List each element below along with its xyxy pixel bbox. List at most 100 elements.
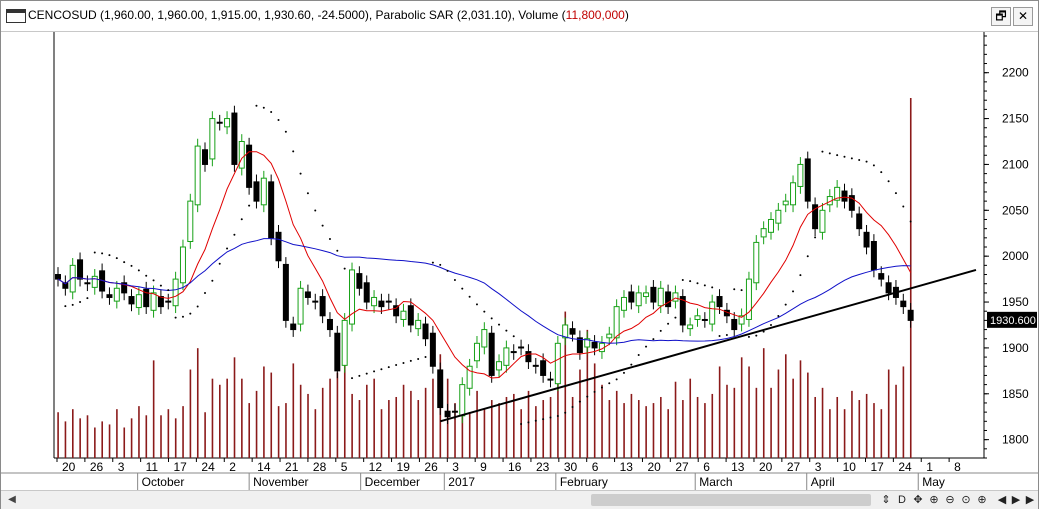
parabolic-sar-dot — [152, 279, 155, 282]
volume-bar — [86, 415, 89, 458]
window-title: CENCOSUD (1,960.00, 1,960.00, 1,915.00, … — [28, 8, 629, 22]
parabolic-sar-dot — [850, 157, 853, 160]
parabolic-sar-dot — [218, 262, 221, 265]
candle-down — [356, 273, 363, 289]
parabolic-sar-dot — [439, 263, 442, 266]
volume-bar — [836, 396, 839, 458]
parabolic-sar-dot — [189, 312, 192, 315]
candle-up — [606, 333, 613, 339]
volume-bar — [895, 384, 897, 458]
candle-down — [856, 213, 863, 230]
price-chart[interactable]: 1800185019001950200020502100215022001930… — [1, 32, 1038, 490]
volume-bar — [101, 421, 104, 458]
volume-bar — [380, 409, 383, 458]
volume-bar — [498, 403, 500, 458]
candle-down — [665, 291, 672, 308]
parabolic-sar-dot — [145, 274, 148, 277]
parabolic-sar-dot — [718, 334, 721, 337]
x-tick-label: 3 — [118, 460, 125, 474]
parabolic-sar-dot — [461, 287, 464, 290]
volume-bar — [682, 400, 684, 458]
x-tick-label: 27 — [675, 460, 689, 474]
x-tick-label: 26 — [90, 460, 104, 474]
candle-down — [268, 181, 275, 239]
close-button[interactable]: ✕ — [1013, 7, 1033, 26]
volume-bar — [520, 409, 522, 458]
parabolic-sar-dot — [314, 209, 317, 212]
zoom-icon[interactable]: ⊕ — [927, 492, 941, 508]
parabolic-sar-dot — [659, 329, 662, 332]
volume-bar — [160, 415, 162, 458]
cursor-icon[interactable]: ⇕ — [879, 492, 893, 508]
volume-bar — [94, 427, 96, 458]
chart-area[interactable]: 1800 1850 1900 1950 2000 2050 2100 2150 2200 1930… — [1, 32, 1038, 490]
zoom-out-icon[interactable]: ⊖ — [943, 492, 957, 508]
parabolic-sar-dot — [608, 382, 611, 385]
parabolic-sar-dot — [689, 280, 692, 283]
volume-bar — [255, 390, 258, 458]
parabolic-sar-dot — [248, 204, 251, 207]
volume-bar — [726, 384, 728, 458]
parabolic-sar-dot — [108, 254, 111, 257]
month-label: December — [365, 475, 420, 489]
scroll-prev-icon[interactable]: ◀ — [995, 492, 1009, 508]
restore-button[interactable]: 🗗 — [991, 7, 1011, 26]
candle-up — [415, 319, 422, 330]
y-tick-label: 1900 — [1002, 341, 1029, 355]
zoom-reset-icon[interactable]: ⊙ — [959, 492, 973, 508]
x-tick-label: 11 — [146, 460, 159, 474]
parabolic-sar-dot — [306, 192, 309, 195]
y-tick-label: 2200 — [1002, 66, 1029, 80]
parabolic-sar-dot — [645, 345, 648, 348]
x-tick-label: 12 — [369, 460, 383, 474]
pan-icon[interactable]: ✥ — [911, 492, 925, 508]
candle-up — [481, 329, 488, 348]
volume-bar — [277, 406, 280, 458]
candle-up — [194, 145, 201, 206]
volume-bar — [410, 390, 412, 458]
y-tick-label: 1800 — [1002, 433, 1029, 447]
candle-down — [312, 300, 319, 303]
horizontal-scrollbar[interactable]: ◀ ⇕ D ✥ ⊕ ⊖ ⊙ ⊕ ◀ ▶ ▶ — [1, 490, 1038, 509]
volume-bar — [211, 378, 214, 458]
parabolic-sar-dot — [681, 279, 684, 282]
period-d-icon[interactable]: D — [895, 492, 909, 508]
candle-down — [334, 332, 341, 372]
volume-bar — [711, 393, 714, 458]
candle-down — [701, 318, 708, 321]
candle-down — [841, 190, 848, 202]
parabolic-sar-dot — [226, 247, 229, 250]
volume-bar — [873, 403, 875, 458]
candle-up — [91, 275, 98, 288]
volume-bar — [858, 400, 861, 458]
parabolic-sar-dot — [387, 366, 390, 369]
x-tick-label: 30 — [564, 460, 578, 474]
x-tick-label: 3 — [815, 460, 822, 474]
parabolic-sar-dot — [255, 104, 258, 107]
volume-bar — [248, 403, 251, 458]
parabolic-sar-dot — [336, 249, 339, 252]
parabolic-sar-dot — [806, 255, 809, 258]
volume-bar — [807, 372, 809, 458]
scroll-left-icon[interactable]: ◀ — [4, 492, 20, 508]
y-tick-label: 2100 — [1002, 157, 1029, 171]
volume-bar — [505, 396, 508, 458]
volume-bar — [645, 406, 647, 458]
scroll-end-icon[interactable]: ▶ — [1023, 492, 1037, 508]
volume-bar — [637, 400, 640, 458]
parabolic-sar-dot — [365, 372, 368, 375]
candle-down — [128, 296, 135, 305]
parabolic-sar-dot — [417, 357, 420, 360]
candle-up — [224, 118, 231, 128]
parabolic-sar-dot — [814, 236, 817, 239]
scroll-next-icon[interactable]: ▶ — [1009, 492, 1023, 508]
chart-window-icon — [6, 9, 26, 23]
zoom-in-icon[interactable]: ⊕ — [975, 492, 989, 508]
volume-bar — [792, 378, 794, 458]
candle-up — [209, 118, 216, 160]
volume-bar — [336, 372, 339, 458]
volume-bar — [799, 360, 802, 458]
candle-up — [620, 296, 627, 311]
scroll-thumb[interactable] — [591, 494, 871, 506]
candle-up — [260, 177, 267, 206]
